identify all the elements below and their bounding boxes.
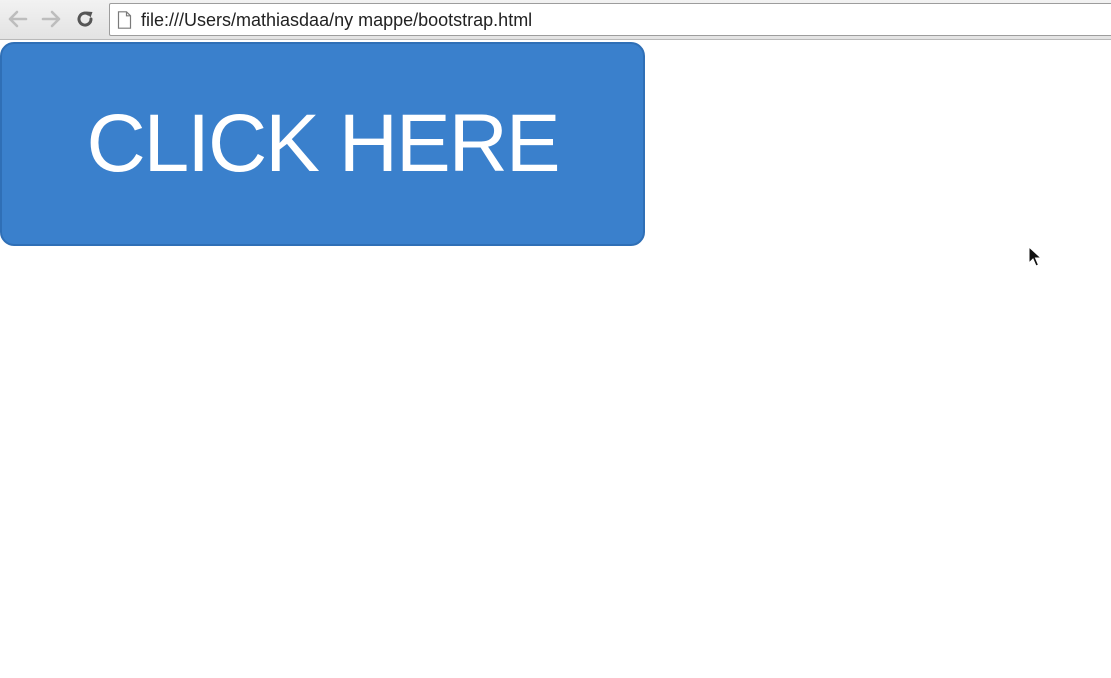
arrow-left-icon (8, 10, 28, 28)
reload-button[interactable] (73, 7, 97, 31)
address-bar[interactable]: file:///Users/mathiasdaa/ny mappe/bootst… (109, 3, 1111, 36)
reload-icon (77, 11, 93, 27)
arrow-right-icon (41, 10, 61, 28)
page-viewport: CLICK HERE (0, 40, 1111, 678)
back-button[interactable] (6, 7, 30, 31)
click-here-button[interactable]: CLICK HERE (0, 42, 645, 246)
forward-button[interactable] (39, 7, 63, 31)
mouse-cursor-icon (1028, 246, 1042, 267)
address-bar-url: file:///Users/mathiasdaa/ny mappe/bootst… (141, 10, 533, 30)
browser-toolbar: file:///Users/mathiasdaa/ny mappe/bootst… (0, 0, 1111, 40)
document-icon (117, 11, 132, 29)
